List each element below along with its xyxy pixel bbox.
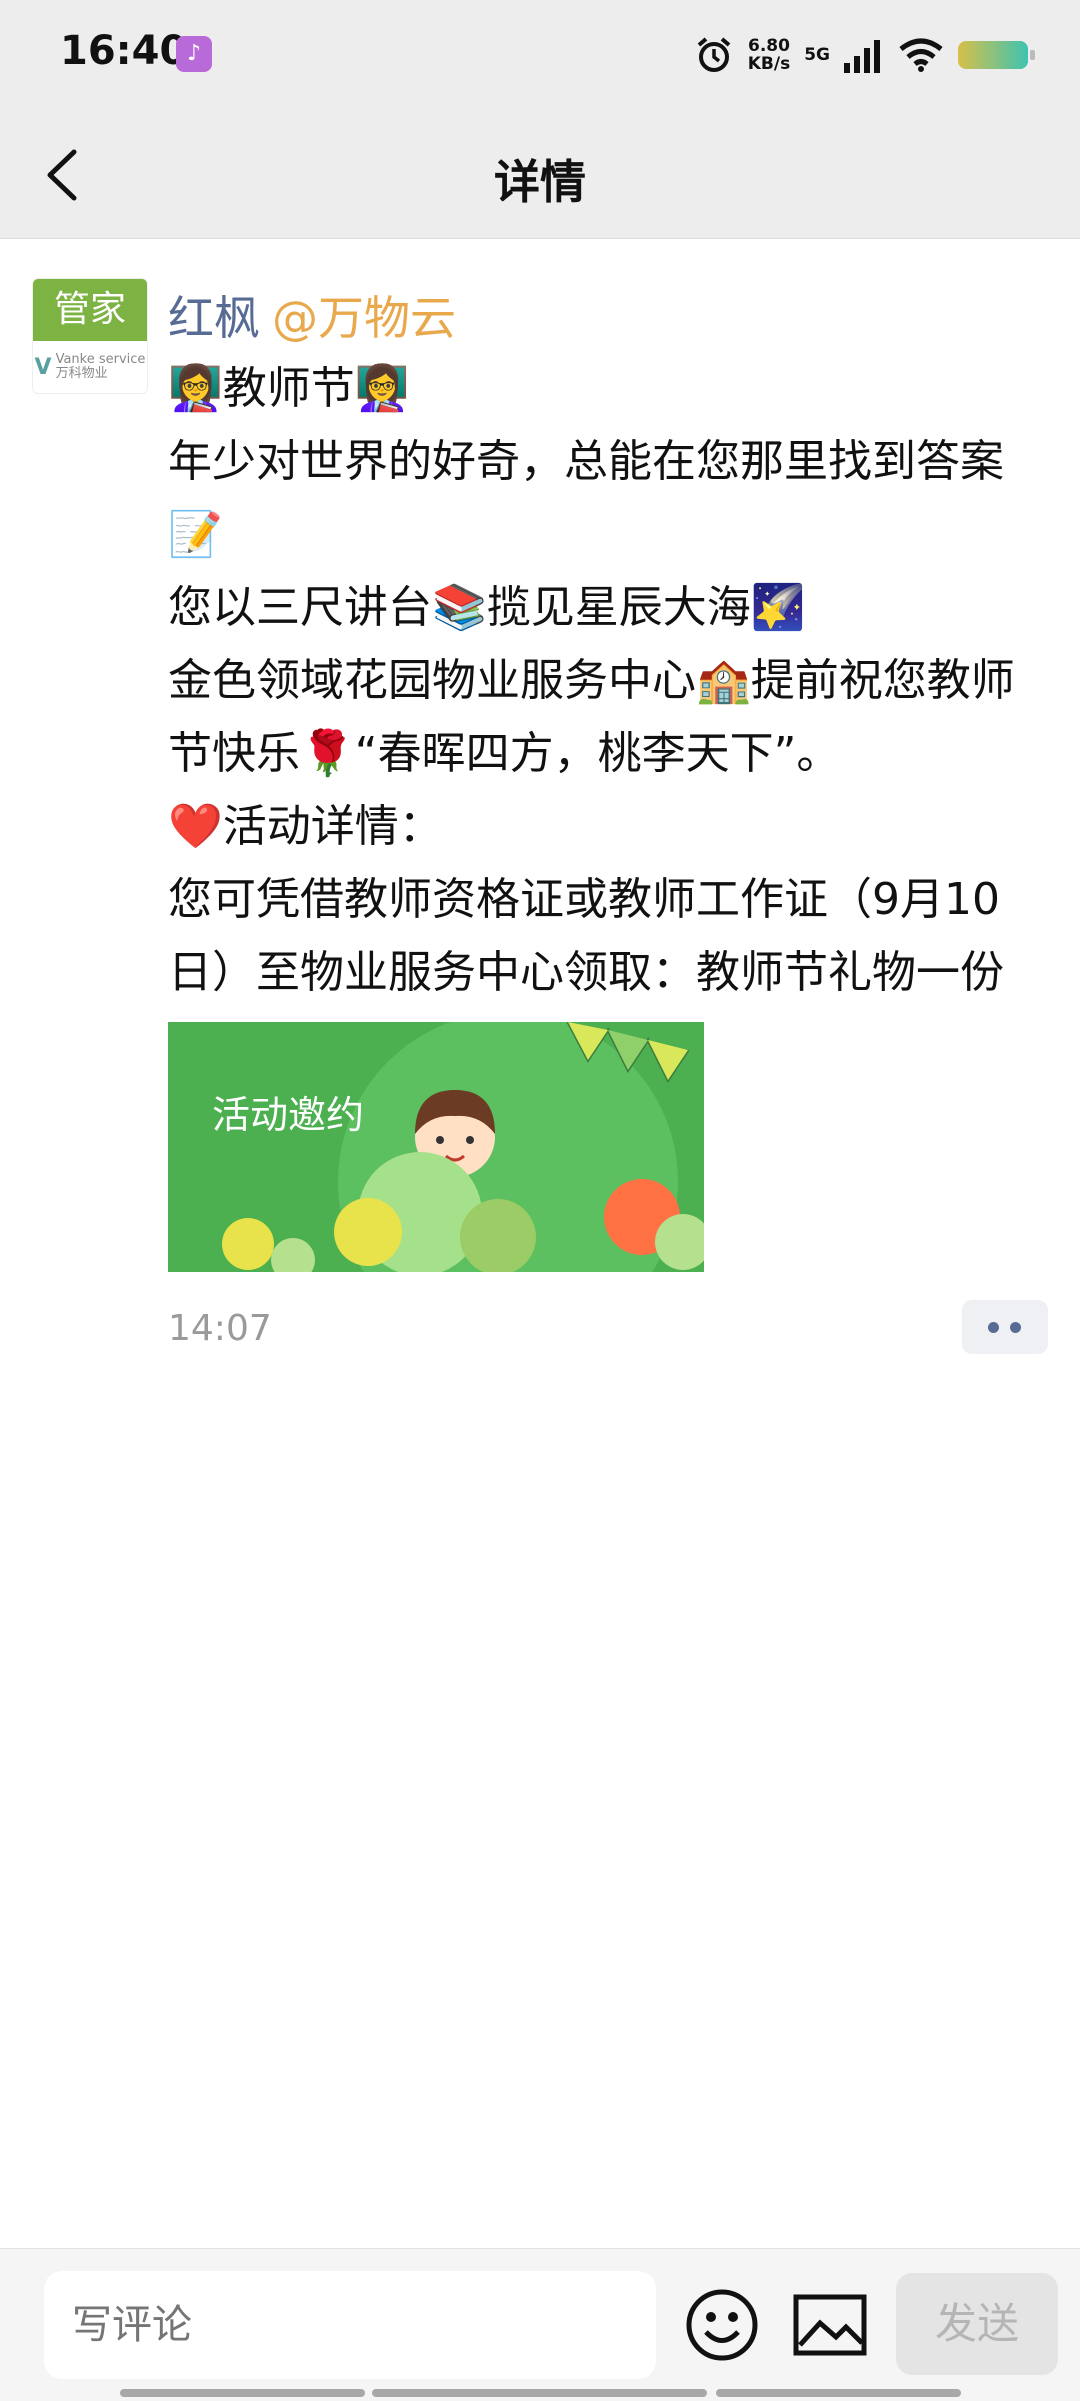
post-line: 👩‍🏫教师节👩‍🏫 (168, 363, 410, 414)
dot (988, 1322, 999, 1333)
page-title: 详情 (494, 155, 586, 209)
gesture-bar (716, 2389, 961, 2397)
send-button[interactable]: 发送 (896, 2273, 1058, 2375)
brand-en: Vanke service (55, 352, 146, 367)
balloon-illustration (222, 1022, 704, 1272)
net-speed-value: 6.80 (747, 36, 790, 56)
gesture-bar (372, 2389, 707, 2397)
alarm-icon (697, 37, 731, 72)
activity-image[interactable]: 活动邀约 (168, 1022, 704, 1272)
post-line: 金色领域花园物业服务中心🏫提前祝您教师节快乐🌹“春晖四方，桃李天下”。 (168, 655, 1015, 779)
post-line: 您可凭借教师资格证或教师工作证（9月10日）至物业服务中心领取：教师节礼物一份 (168, 874, 1004, 998)
post-content: 👩‍🏫教师节👩‍🏫 年少对世界的好奇，总能在您那里找到答案📝 您以三尺讲台📚揽见… (168, 352, 1048, 1009)
dot (1010, 1322, 1021, 1333)
signal-icon (844, 40, 880, 73)
avatar-brand: V Vanke service 万科物业 (33, 341, 147, 393)
mention-link[interactable]: @万物云 (272, 291, 456, 345)
author-name[interactable]: 红枫 (168, 291, 260, 345)
status-icons: 6.80 KB/s 5G (694, 30, 1035, 80)
status-time: 16:40 (60, 28, 188, 74)
net-speed-unit: KB/s (747, 54, 791, 74)
nav-bar: 详情 (0, 110, 1080, 239)
emoji-icon[interactable] (684, 2287, 760, 2363)
avatar[interactable]: 管家 V Vanke service 万科物业 (32, 278, 148, 394)
comment-bar: 发送 (0, 2248, 1080, 2401)
brand-cn: 万科物业 (55, 366, 108, 381)
post-line: 年少对世界的好奇，总能在您那里找到答案📝 (168, 436, 1004, 560)
net-speed: 6.80 KB/s (748, 37, 790, 73)
battery-icon (958, 41, 1035, 69)
post-line: 您以三尺讲台📚揽见星辰大海🌠 (168, 582, 806, 633)
status-bar: 16:40 ♪ 6.80 KB/s 5G (0, 0, 1080, 110)
wifi-icon (899, 38, 943, 72)
gesture-bar (120, 2389, 365, 2397)
author-row: 红枫 @万物云 (168, 282, 456, 348)
avatar-label: 管家 (33, 279, 147, 341)
post-time: 14:07 (168, 1308, 272, 1349)
image-caption: 活动邀约 (212, 1093, 365, 1137)
comment-input[interactable] (44, 2271, 656, 2379)
image-icon[interactable] (792, 2291, 868, 2359)
network-type: 5G (804, 45, 830, 65)
post-line: ❤️活动详情： (168, 801, 443, 852)
vanke-logo-icon: V (34, 354, 52, 380)
tiktok-icon: ♪ (176, 36, 212, 72)
more-dots-icon[interactable] (962, 1300, 1048, 1354)
